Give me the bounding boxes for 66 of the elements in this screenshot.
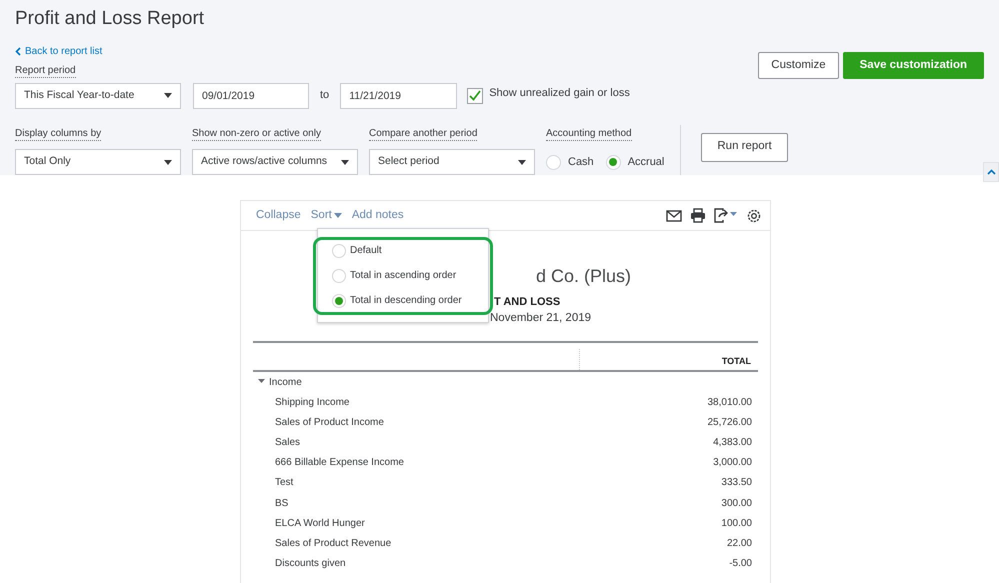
amount: 38,010.00 — [708, 396, 753, 410]
scroll-up-button[interactable] — [983, 162, 999, 182]
account-name: Sales of Product Revenue — [275, 538, 392, 549]
amount: 300.00 — [721, 496, 753, 511]
amount: 100.00 — [721, 516, 753, 531]
export-icon[interactable] — [714, 208, 738, 223]
date-field[interactable]: 11/21/2019 — [340, 82, 458, 108]
amount: 3,000.00 — [713, 456, 753, 470]
period-select[interactable]: This Fiscal Year-to-date — [15, 82, 181, 108]
radio-button[interactable] — [546, 154, 561, 170]
date-field[interactable]: 09/01/2019 — [193, 82, 309, 108]
account-name: Discounts given — [275, 558, 346, 570]
back-link[interactable]: Back to report list — [15, 44, 102, 59]
email-icon[interactable] — [666, 210, 682, 222]
date-range: November 21, 2019 — [490, 311, 592, 325]
account-name: Sales of Product Income — [275, 416, 384, 428]
account-name: ELCA World Hunger — [275, 518, 365, 529]
page-title: Profit and Loss Report — [15, 7, 204, 31]
account-name: 666 Billable Expense Income — [275, 457, 404, 468]
amount: 333.50 — [721, 476, 753, 490]
radio-label: Accrual — [628, 155, 664, 170]
radio-label: Cash — [568, 155, 594, 170]
account-name: Sales — [275, 436, 300, 448]
section-label: Income — [269, 376, 302, 390]
report-title: T AND LOSS — [494, 296, 560, 309]
column-header: TOTAL — [720, 355, 752, 368]
toolbar-link[interactable]: Collapse — [256, 206, 301, 224]
field-label: Accounting method — [546, 128, 632, 140]
radio-button[interactable] — [332, 268, 346, 282]
radio-button[interactable] — [332, 294, 346, 308]
field-label: Display columns by — [15, 128, 102, 140]
settings-icon[interactable] — [746, 208, 762, 224]
caret-icon — [164, 160, 172, 164]
back-chevron-icon[interactable] — [15, 47, 21, 56]
account-name: Shipping Income — [275, 396, 350, 408]
to-label: to — [320, 88, 330, 104]
caret-icon — [341, 160, 349, 164]
radio-button[interactable] — [332, 244, 346, 258]
checkbox-label: Show unrealized gain or loss — [489, 86, 630, 102]
customize-button[interactable]: Customize — [758, 52, 839, 79]
sort-option[interactable]: Total in descending order — [332, 288, 462, 313]
radio-button[interactable] — [606, 154, 621, 170]
expand-caret-icon[interactable] — [258, 378, 265, 386]
amount: -5.00 — [729, 557, 753, 572]
checkbox[interactable] — [467, 88, 484, 104]
field-label: Show non-zero or active only — [192, 128, 321, 140]
chevron-up-icon[interactable] — [986, 169, 996, 175]
filter-select[interactable]: Select period — [369, 149, 535, 175]
print-icon[interactable] — [690, 208, 706, 223]
caret-icon — [518, 160, 526, 164]
account-name: BS — [275, 498, 288, 509]
field-label: Report period — [15, 65, 76, 78]
toolbar-link[interactable]: Add notes — [352, 206, 404, 224]
account-name: Test — [275, 477, 294, 488]
field-label: Compare another period — [369, 128, 478, 140]
amount: 22.00 — [726, 536, 753, 551]
filter-select[interactable]: Total Only — [15, 149, 181, 175]
amount: 25,726.00 — [708, 416, 753, 430]
sort-option[interactable]: Default — [332, 238, 382, 263]
caret-icon — [164, 93, 172, 98]
amount: 4,383.00 — [713, 436, 753, 450]
toolbar-link[interactable]: Sort — [310, 206, 342, 224]
sort-option[interactable]: Total in ascending order — [332, 263, 456, 288]
filter-select[interactable]: Active rows/active columns — [192, 149, 358, 175]
run-report-button[interactable]: Run report — [701, 132, 788, 162]
company-name: d Co. (Plus) — [536, 265, 632, 287]
